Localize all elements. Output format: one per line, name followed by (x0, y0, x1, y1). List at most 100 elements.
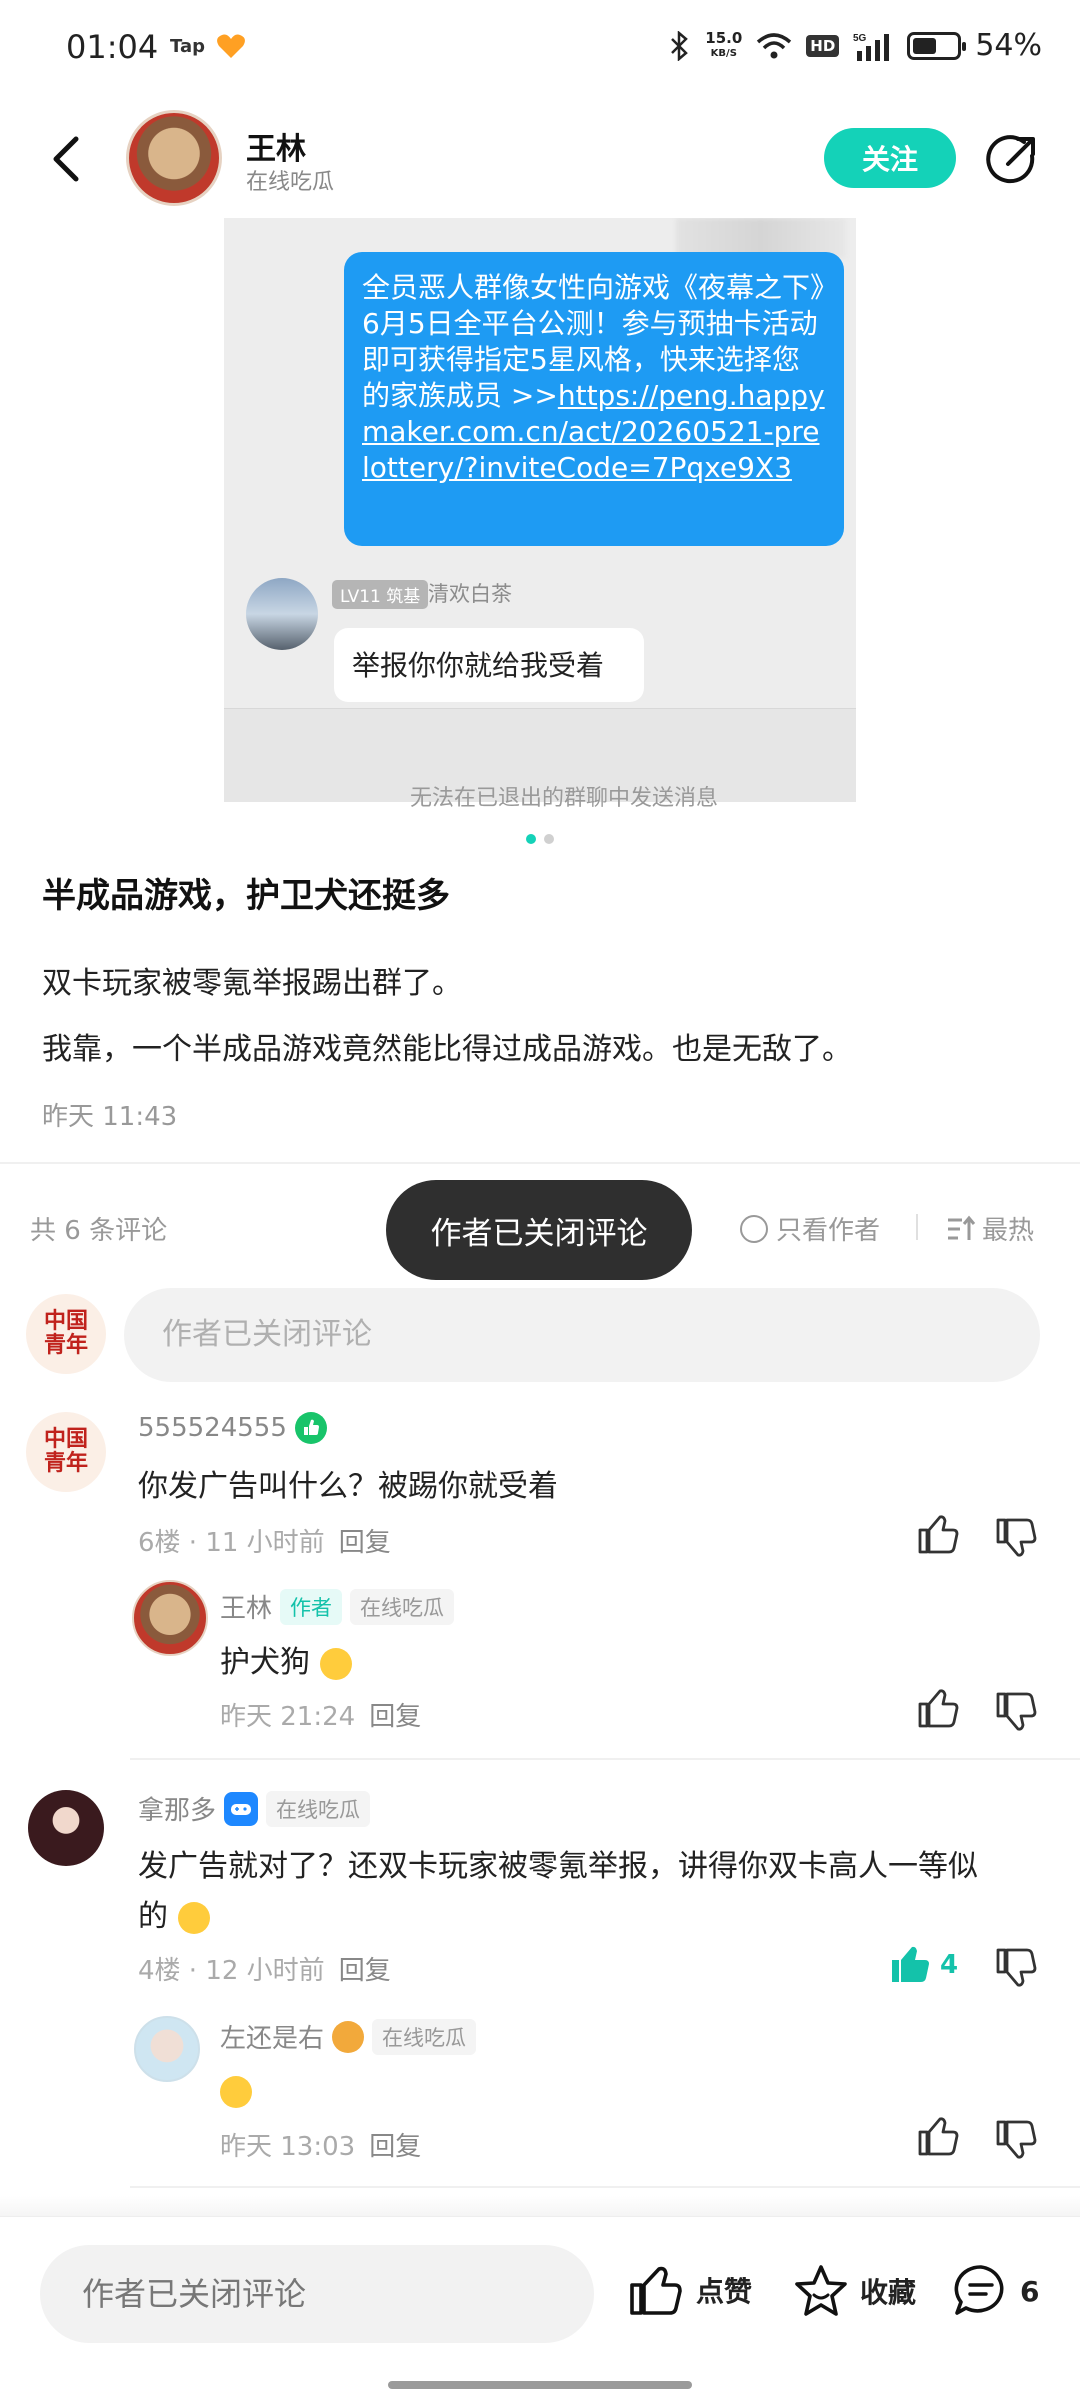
pager-dot-active[interactable] (526, 834, 536, 844)
comment-icon (954, 2265, 1004, 2315)
status-tag: 在线吃瓜 (350, 1588, 455, 1625)
reply-avatar[interactable] (134, 2016, 200, 2082)
sort-button[interactable]: 最热 (946, 1210, 1034, 1247)
comment-text: 的 (138, 1892, 210, 1942)
thumbs-up-icon[interactable] (916, 2114, 960, 2158)
divider (0, 1162, 1080, 1164)
thumbs-up-icon[interactable] (916, 1686, 960, 1730)
favorite-label: 收藏 (860, 2276, 917, 2309)
back-arrow-icon[interactable] (46, 134, 86, 184)
sunglasses-emoji-icon (177, 1901, 210, 1934)
post-image[interactable]: 全员恶人群像女性向游戏《夜幕之下》6月5日全平台公测！参与预抽卡活动即可获得指定… (224, 218, 856, 802)
angry-emoji-icon (220, 2075, 252, 2108)
smug-emoji-icon (319, 1647, 352, 1680)
wifi-icon (757, 32, 792, 58)
like-label: 点赞 (696, 2275, 753, 2308)
comment-count-label: 6 (1020, 2274, 1040, 2308)
thumbs-up-icon[interactable] (916, 1512, 960, 1556)
reply-name-row: 王林 作者 在线吃瓜 (220, 1588, 455, 1625)
post-header: 王林 在线吃瓜 关注 (0, 96, 1080, 220)
battery-level (913, 37, 936, 54)
scroll-fade (0, 2196, 1080, 2216)
commenter-name-row: 拿那多 在线吃瓜 (138, 1790, 371, 1827)
star-icon (795, 2265, 847, 2316)
comment-text: 发广告就对了？还双卡玩家被零氪举报，讲得你双卡高人一等似 (138, 1849, 978, 1884)
reply-name-row: 左还是右 在线吃瓜 (220, 2018, 477, 2055)
comment-count: 共 6 条评论 (30, 1216, 168, 1246)
ad-link-prefix: >> (510, 379, 558, 412)
divider (130, 2186, 1080, 2188)
reply-button[interactable]: 回复 (369, 2132, 421, 2162)
divider (916, 1214, 918, 1240)
reply-button[interactable]: 回复 (339, 1956, 391, 1986)
share-icon[interactable] (984, 134, 1038, 188)
verified-icon (294, 1412, 327, 1444)
tap-app-icon: Tap (170, 36, 205, 57)
reporter-avatar (246, 578, 318, 650)
only-author-toggle[interactable]: 只看作者 (740, 1210, 880, 1247)
reply-text (220, 2066, 252, 2116)
status-time: 01:04 (66, 28, 159, 66)
status-bar: 01:04 Tap 15.0 KB/S HD 5G 54% (0, 0, 1080, 96)
comment-meta: 4楼 · 12 小时前 回复 (138, 1956, 391, 1986)
reporter-name: 清欢白茶 (428, 582, 512, 606)
battery-icon (907, 31, 967, 60)
favorite-button[interactable]: 收藏 (792, 2263, 916, 2319)
pager-dot[interactable] (544, 834, 554, 844)
author-tag: 作者 (280, 1588, 343, 1625)
gamepad-icon (224, 1791, 259, 1826)
thumbs-down-icon[interactable] (994, 2118, 1038, 2162)
divider (130, 1758, 1080, 1760)
bluetooth-icon (671, 30, 689, 61)
reply-name[interactable]: 王林 (220, 1588, 272, 1625)
commenter-name-row: 555524555 (138, 1412, 327, 1444)
thumbs-up-icon (630, 2266, 682, 2315)
user-badge-icon (332, 2020, 365, 2053)
ad-message-bubble: 全员恶人群像女性向游戏《夜幕之下》6月5日全平台公测！参与预抽卡活动即可获得指定… (344, 252, 844, 546)
thumbs-up-filled-icon[interactable] (888, 1942, 932, 1986)
reply-button[interactable]: 回复 (369, 1702, 421, 1732)
toast-message: 作者已关闭评论 (386, 1180, 692, 1280)
commenter-name[interactable]: 拿那多 (138, 1790, 216, 1827)
image-pager (526, 834, 554, 844)
post-body-line: 我靠，一个半成品游戏竟然能比得过成品游戏。也是无敌了。 (42, 1032, 852, 1067)
author-status: 在线吃瓜 (246, 170, 335, 195)
home-indicator[interactable] (388, 2381, 692, 2389)
bottom-comment-input[interactable] (40, 2245, 594, 2343)
commenter-avatar[interactable] (28, 1790, 104, 1866)
author-avatar[interactable] (126, 110, 222, 206)
level-badge: LV11 筑基 (332, 580, 429, 609)
follow-button[interactable]: 关注 (824, 128, 956, 188)
network-speed: 15.0 KB/S (705, 28, 743, 59)
reply-message-bubble: 举报你你就给我受着 (334, 628, 644, 702)
reply-name[interactable]: 左还是右 (220, 2018, 324, 2055)
chat-footer-text: 无法在已退出的群聊中发送消息 (410, 786, 719, 811)
post-time: 昨天 11:43 (42, 1102, 178, 1132)
reply-text: 护犬狗 (220, 1638, 352, 1688)
app-notification-icon (217, 34, 245, 58)
network-type: 5G (853, 33, 867, 44)
battery-percent: 54% (975, 28, 1042, 63)
author-name[interactable]: 王林 (246, 124, 306, 168)
my-avatar: 中国 青年 (26, 1294, 106, 1374)
sort-label: 最热 (982, 1216, 1035, 1246)
like-count: 4 (940, 1950, 959, 1980)
thumbs-down-icon[interactable] (994, 1516, 1038, 1560)
reply-avatar[interactable] (132, 1580, 208, 1656)
commenter-name[interactable]: 555524555 (138, 1413, 287, 1443)
reply-button[interactable]: 回复 (339, 1528, 391, 1558)
comments-button[interactable]: 6 (952, 2263, 1039, 2319)
commenter-avatar[interactable]: 中国 青年 (26, 1412, 106, 1492)
status-tag: 在线吃瓜 (266, 1790, 371, 1827)
thumbs-down-icon[interactable] (994, 1690, 1038, 1734)
comment-meta: 6楼 · 11 小时前 回复 (138, 1528, 391, 1558)
comment-input[interactable] (124, 1288, 1040, 1382)
status-tag: 在线吃瓜 (372, 2018, 477, 2055)
only-author-label: 只看作者 (776, 1216, 881, 1246)
reply-meta: 昨天 13:03 回复 (220, 2132, 422, 2162)
thumbs-down-icon[interactable] (994, 1946, 1038, 1990)
reply-meta: 昨天 21:24 回复 (220, 1702, 422, 1732)
status-icons: 15.0 KB/S HD 5G 54% (667, 28, 1042, 63)
like-button[interactable]: 点赞 (628, 2263, 752, 2317)
sort-icon (948, 1215, 976, 1240)
